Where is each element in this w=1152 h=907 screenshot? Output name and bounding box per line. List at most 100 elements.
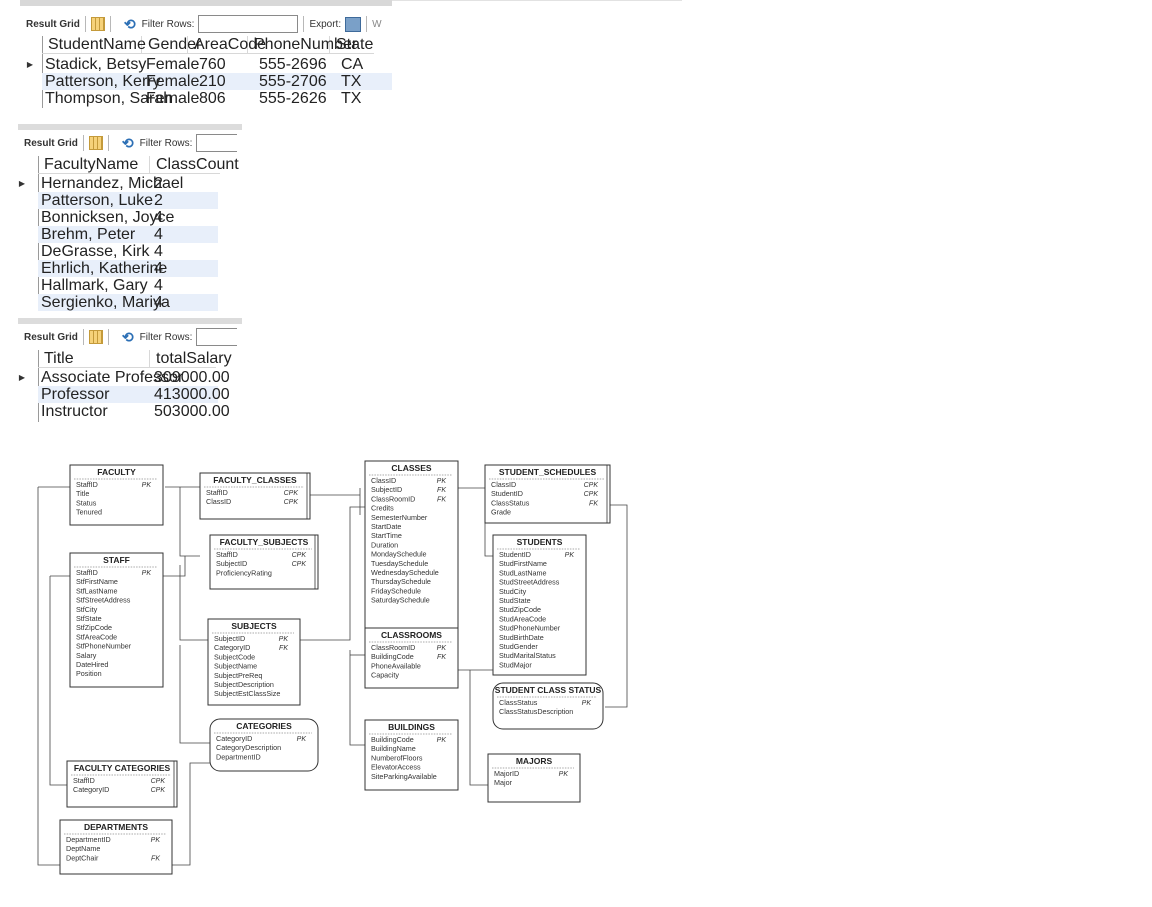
- entity-field: DeptChair: [66, 853, 99, 862]
- wrap-label: W: [372, 18, 382, 30]
- entity-field: ClassStatus: [499, 698, 538, 707]
- er-diagram: FACULTYStaffID PKTitleStatusTenuredFACULT…: [37, 460, 628, 875]
- table-cell: 2: [154, 175, 163, 192]
- entity-field: DepartmentID: [216, 752, 261, 761]
- table-cell: Hernandez, Michael: [41, 175, 184, 192]
- column-header[interactable]: AreaCode: [188, 36, 266, 54]
- filter-rows-input[interactable]: [196, 328, 238, 346]
- entity-field: StaffID: [76, 568, 98, 577]
- table-row[interactable]: Thompson, Sarah Female 806 555-2626 TX: [42, 90, 392, 107]
- table-cell: Patterson, Luke: [41, 192, 154, 209]
- entity-field: Grade: [491, 508, 511, 517]
- refresh-icon[interactable]: ⟲: [122, 329, 134, 346]
- table-cell: Brehm, Peter: [41, 226, 136, 243]
- entity-field: DateHired: [76, 660, 108, 669]
- entity-field: Status: [76, 498, 97, 507]
- entity-faculty-categories: FACULTY CATEGORIES StaffID CPK CategoryID CP…: [66, 760, 178, 808]
- entity-departments: DEPARTMENTS DepartmentID PK DeptNameDeptCha…: [59, 819, 173, 875]
- table-row[interactable]: Patterson, Luke 2: [38, 192, 218, 209]
- entity-title: CLASSES: [391, 463, 431, 473]
- entity-field: PhoneAvailable: [371, 661, 421, 670]
- table-row[interactable]: DeGrasse, Kirk 4: [38, 243, 218, 260]
- entity-key: PK: [142, 482, 152, 489]
- entity-key: CPK: [584, 491, 599, 498]
- entity-field: ClassRoomID: [371, 643, 415, 652]
- entity-field: SemesterNumber: [371, 513, 428, 522]
- column-header[interactable]: StudentName: [42, 36, 146, 54]
- entity-majors: MAJORS MajorID PK Major: [487, 753, 581, 803]
- table-row[interactable]: Bonnicksen, Joyce 4: [38, 209, 218, 226]
- entity-field: StfStreetAddress: [76, 596, 131, 605]
- column-header[interactable]: FacultyName: [38, 156, 150, 174]
- entity-field: Capacity: [371, 671, 399, 680]
- table-cell: 4: [154, 226, 163, 243]
- grid-layout-icon[interactable]: [88, 136, 103, 150]
- entity-field: DepartmentID: [66, 835, 111, 844]
- refresh-icon[interactable]: ⟲: [122, 135, 134, 152]
- entity-field: NumberofFloors: [371, 753, 423, 762]
- table-row[interactable]: Hallmark, Gary 4: [38, 277, 218, 294]
- entity-field: StaffID: [76, 480, 98, 489]
- table-row[interactable]: Professor 413000.00: [38, 386, 230, 403]
- filter-rows-input[interactable]: [198, 15, 299, 33]
- entity-field: ClassID: [371, 476, 396, 485]
- entity-field: MajorID: [494, 769, 519, 778]
- entity-field: StudAreaCode: [499, 614, 546, 623]
- entity-key: FK: [437, 654, 446, 661]
- table-row[interactable]: Hernandez, Michael 2: [38, 175, 218, 192]
- column-header[interactable]: State: [330, 36, 374, 54]
- entity-key: PK: [151, 837, 161, 844]
- entity-key: PK: [437, 737, 447, 744]
- entity-key: PK: [437, 478, 447, 485]
- result-grid-tab[interactable]: Result Grid: [18, 138, 78, 149]
- entity-field: ClassID: [206, 497, 231, 506]
- table-row[interactable]: Associate Professor 309000.00: [38, 369, 230, 386]
- table-cell: 4: [154, 277, 163, 294]
- entity-student-class-status: STUDENT CLASS STATUS ClassStatus PK ClassSt…: [492, 682, 604, 730]
- table-cell: Sergienko, Mariya: [41, 294, 170, 311]
- entity-field: FridaySchedule: [371, 586, 421, 595]
- column-header[interactable]: PhoneNumber: [248, 36, 357, 54]
- result-grid-tab[interactable]: Result Grid: [20, 19, 80, 30]
- grid-header: FacultyName ClassCount: [38, 156, 239, 174]
- entity-key: CPK: [151, 778, 166, 785]
- grid-layout-icon[interactable]: [90, 17, 105, 31]
- entity-students: STUDENTS StudentID PK StudFirstNameStudLast…: [492, 534, 587, 676]
- entity-title: MAJORS: [516, 756, 553, 766]
- table-row[interactable]: Sergienko, Mariya 4: [38, 294, 218, 311]
- entity-key: FK: [279, 645, 288, 652]
- column-header[interactable]: Title: [38, 350, 150, 368]
- result-grid-tab[interactable]: Result Grid: [18, 332, 78, 343]
- entity-key: PK: [279, 636, 289, 643]
- table-row[interactable]: Brehm, Peter 4: [38, 226, 218, 243]
- entity-key: PK: [142, 570, 152, 577]
- result-grid-salary: Result Grid ⟲ Filter Rows: Title totalSa…: [18, 318, 242, 422]
- entity-title: CATEGORIES: [236, 721, 292, 731]
- table-row[interactable]: Stadick, Betsy Female 760 555-2696 CA: [42, 56, 392, 73]
- table-cell: 4: [154, 260, 163, 277]
- column-header[interactable]: ClassCount: [150, 156, 239, 174]
- entity-classrooms: CLASSROOMS ClassRoomID PK BuildingCode FK Pho…: [364, 627, 459, 689]
- entity-field: BuildingName: [371, 744, 416, 753]
- table-row[interactable]: Patterson, Kerry Female 210 555-2706 TX: [42, 73, 392, 90]
- entity-field: CategoryID: [216, 734, 252, 743]
- column-header[interactable]: Gender: [142, 36, 201, 54]
- filter-rows-label: Filter Rows:: [141, 18, 195, 30]
- entity-field: SubjectName: [214, 662, 257, 671]
- grid-layout-icon[interactable]: [88, 330, 103, 344]
- refresh-icon[interactable]: ⟲: [124, 16, 136, 33]
- entity-title: STUDENT CLASS STATUS: [495, 685, 602, 695]
- entity-key: CPK: [151, 787, 166, 794]
- grid-header: Title totalSalary: [38, 350, 232, 368]
- entity-title: FACULTY CATEGORIES: [74, 763, 171, 773]
- entity-field: ClassRoomID: [371, 494, 415, 503]
- entity-field: StartTime: [371, 531, 402, 540]
- table-row[interactable]: Ehrlich, Katherine 4: [38, 260, 218, 277]
- export-icon[interactable]: [345, 16, 362, 32]
- filter-rows-input[interactable]: [196, 134, 238, 152]
- grid-header: StudentName Gender AreaCode PhoneNumber …: [42, 36, 374, 54]
- column-header[interactable]: totalSalary: [150, 350, 232, 368]
- table-row[interactable]: Instructor 503000.00: [38, 403, 230, 420]
- table-cell: 2: [154, 192, 163, 209]
- entity-field: Duration: [371, 540, 398, 549]
